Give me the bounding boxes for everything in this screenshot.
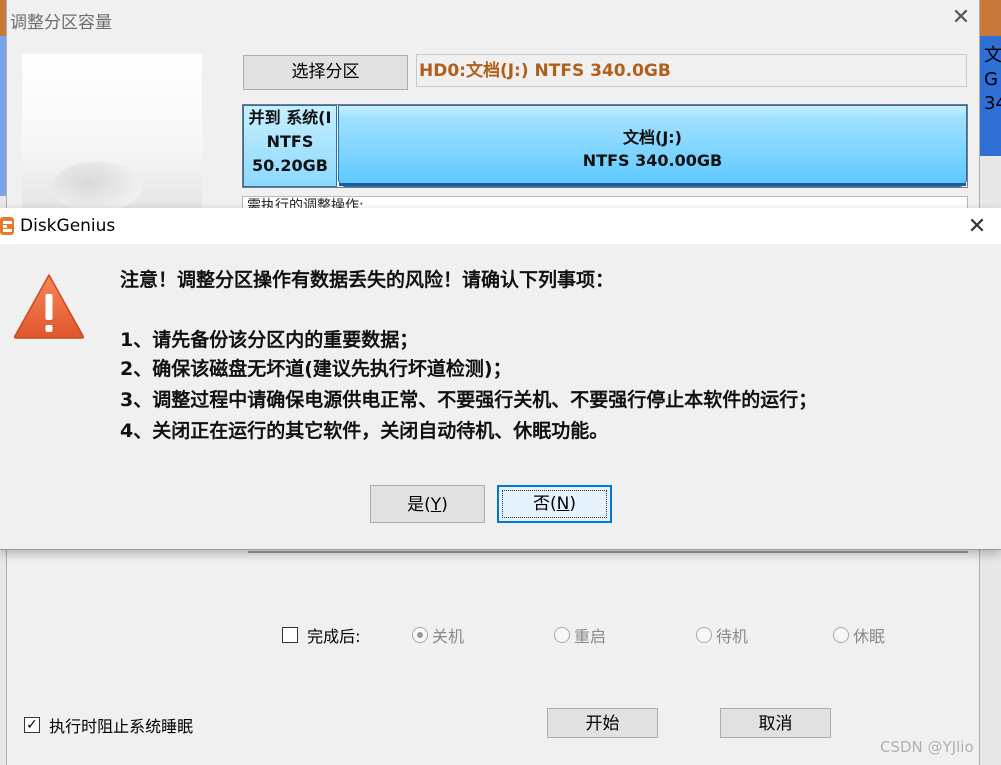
select-partition-button[interactable]: 选择分区 xyxy=(243,55,408,90)
radio-restart-icon[interactable] xyxy=(554,627,570,643)
warning-item-1: 1、请先备份该分区内的重要数据； xyxy=(120,329,419,351)
radio-hibernate-icon[interactable] xyxy=(833,627,849,643)
cancel-button[interactable]: 取消 xyxy=(720,708,831,738)
after-complete-checkbox[interactable] xyxy=(282,627,298,643)
radio-shutdown[interactable]: 关机 xyxy=(412,623,464,647)
yes-button-label: 是( xyxy=(407,495,431,515)
yes-button-label-end: ) xyxy=(441,495,448,515)
radio-standby[interactable]: 待机 xyxy=(696,623,748,647)
partition-info-field: HD0:文档(J:) NTFS 340.0GB xyxy=(416,54,967,87)
yes-button-mnemonic: Y xyxy=(430,495,442,515)
warning-dialog-titlebar xyxy=(0,208,1001,244)
radio-hibernate[interactable]: 休眠 xyxy=(833,623,885,647)
watermark: CSDN @YJlio xyxy=(880,738,974,756)
radio-standby-icon[interactable] xyxy=(696,627,712,643)
resize-dialog-title: 调整分区容量 xyxy=(10,13,112,33)
warning-dialog-title: DiskGenius xyxy=(20,216,116,236)
after-complete-label: 完成后: xyxy=(307,627,361,646)
system-segment-fs: NTFS xyxy=(266,132,314,151)
start-button[interactable]: 开始 xyxy=(547,708,658,738)
docs-segment-fs-size: NTFS 340.00GB xyxy=(582,151,723,170)
illustration-shadow xyxy=(52,162,142,212)
yes-button[interactable]: 是(Y) xyxy=(370,485,485,523)
docs-segment-usage-bar xyxy=(339,183,966,186)
system-segment-name: 并到 系统(I xyxy=(248,108,332,127)
prevent-sleep-checkbox[interactable] xyxy=(24,717,40,733)
after-complete-option[interactable]: 完成后: xyxy=(282,623,361,647)
system-partition-segment[interactable]: 并到 系统(I NTFS 50.20GB xyxy=(243,105,337,187)
radio-hibernate-label: 休眠 xyxy=(853,627,886,646)
diskgenius-logo-icon xyxy=(0,217,14,235)
prevent-sleep-label: 执行时阻止系统睡眠 xyxy=(49,717,194,736)
partition-illustration xyxy=(22,54,202,212)
radio-standby-label: 待机 xyxy=(716,627,749,646)
radio-shutdown-label: 关机 xyxy=(432,627,465,646)
warning-item-2: 2、确保该磁盘无坏道(建议先执行坏道检测)； xyxy=(120,358,512,380)
radio-restart[interactable]: 重启 xyxy=(554,623,606,647)
warning-triangle-icon xyxy=(13,274,85,339)
warning-heading: 注意！调整分区操作有数据丢失的风险！请确认下列事项： xyxy=(120,269,615,291)
no-button-focus-ring xyxy=(502,490,607,518)
radio-shutdown-icon[interactable] xyxy=(412,627,428,643)
no-button[interactable]: 否(N) xyxy=(497,485,612,523)
docs-segment-name: 文档(J:) xyxy=(623,128,682,147)
prevent-sleep-option[interactable]: 执行时阻止系统睡眠 xyxy=(24,713,193,737)
warning-item-3: 3、调整过程中请确保电源供电正常、不要强行关机、不要强行停止本软件的运行； xyxy=(120,389,818,411)
radio-restart-label: 重启 xyxy=(574,627,607,646)
system-segment-size: 50.20GB xyxy=(252,156,328,175)
warning-dialog-close-icon[interactable]: ✕ xyxy=(965,215,989,239)
resize-dialog-close-icon[interactable]: ✕ xyxy=(949,6,973,30)
docs-partition-segment[interactable]: 文档(J:) NTFS 340.00GB xyxy=(338,105,967,187)
warning-item-4: 4、关闭正在运行的其它软件，关闭自动待机、休眠功能。 xyxy=(120,420,609,442)
background-app-right-text: 文 G 34 xyxy=(984,45,1001,114)
